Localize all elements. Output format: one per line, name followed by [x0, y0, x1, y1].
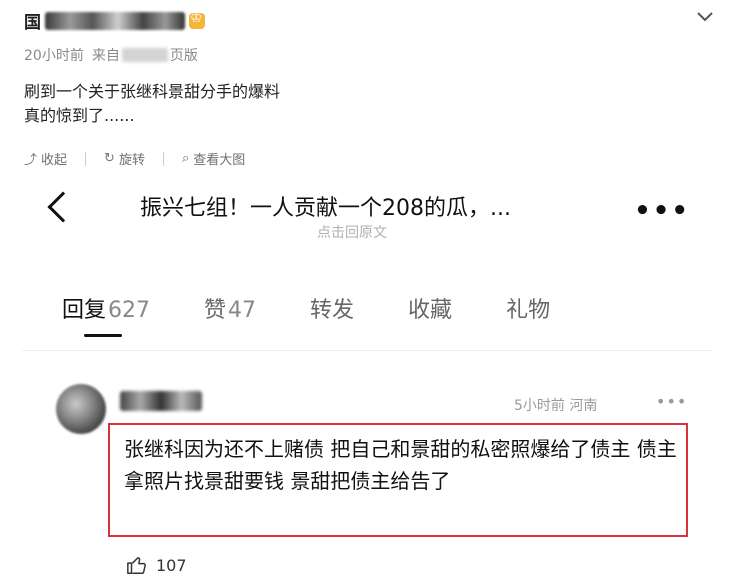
author-name[interactable]: 国: [24, 8, 714, 33]
magnify-icon: ⌕: [181, 151, 190, 166]
blurred-source: [121, 48, 168, 62]
blurred-author-name: [45, 11, 185, 30]
highlighted-comment: 张继科因为还不上赌债 把自己和景甜的私密照爆给了债主 债主拿照片找景甜要钱 景甜…: [108, 423, 688, 537]
tab-label: 回复: [62, 298, 107, 323]
thumbs-up-icon: [126, 554, 148, 576]
thread-tabs: 回复627 赞47 转发 收藏 礼物: [62, 292, 604, 337]
tab-likes[interactable]: 赞47: [204, 292, 256, 324]
post-header: 国: [24, 8, 714, 36]
rotate-label: 旋转: [118, 153, 145, 168]
back-to-original-link[interactable]: 点击回原文: [317, 222, 387, 242]
embedded-screenshot[interactable]: 振兴七组！一人贡献一个208的瓜，... 点击回原文 ••• 回复627 赞47…: [22, 178, 712, 585]
post-source-prefix: 来自: [91, 48, 120, 64]
post-text-line-2: 真的惊到了......: [24, 106, 135, 125]
collapse-label: 收起: [41, 153, 68, 168]
comment-time-location: 5小时前 河南: [514, 398, 598, 414]
active-tab-indicator: [84, 334, 122, 337]
avatar[interactable]: [56, 384, 106, 434]
rotate-icon: ↻: [104, 151, 115, 166]
tab-count: 47: [228, 298, 257, 323]
post-time: 20小时前: [24, 48, 84, 64]
tab-count: 627: [108, 298, 151, 323]
thread-title: 振兴七组！一人贡献一个208的瓜，...: [140, 196, 511, 221]
tab-favorites[interactable]: 收藏: [408, 292, 452, 324]
like-count: 107: [156, 555, 187, 575]
tab-label: 礼物: [506, 298, 551, 323]
post-source-suffix: 页版: [169, 48, 198, 64]
collapse-button[interactable]: ⤴ 收起: [24, 149, 67, 168]
tab-divider: [22, 350, 712, 351]
tab-replies[interactable]: 回复627: [62, 292, 151, 337]
post-text-line-1: 刷到一个关于张继科景甜分手的爆料: [24, 82, 281, 101]
collapse-icon: ⤴: [24, 153, 38, 168]
tool-divider: [85, 151, 87, 166]
comment-text: 张继科因为还不上赌债 把自己和景甜的私密照爆给了债主 债主拿照片找景甜要钱 景甜…: [124, 437, 677, 493]
tab-label: 赞: [204, 298, 227, 323]
rotate-button[interactable]: ↻ 旋转: [104, 149, 145, 168]
tab-label: 收藏: [408, 298, 453, 323]
vip-badge-icon: [189, 10, 205, 29]
chevron-down-icon[interactable]: [696, 8, 714, 27]
view-large-button[interactable]: ⌕ 查看大图: [182, 149, 245, 168]
more-dots-icon[interactable]: •••: [634, 196, 690, 226]
image-tools: ⤴ 收起 ↻ 旋转 ⌕ 查看大图: [24, 149, 245, 168]
view-large-label: 查看大图: [193, 153, 246, 168]
tool-divider: [162, 151, 164, 166]
tab-gifts[interactable]: 礼物: [506, 292, 550, 324]
tab-label: 转发: [310, 298, 355, 323]
blurred-commenter-name[interactable]: [120, 391, 202, 411]
comment-like-button[interactable]: 107: [126, 554, 187, 576]
comment-more-icon[interactable]: •••: [656, 392, 687, 411]
post-meta: 20小时前 来自 页版: [24, 45, 198, 65]
post-text: 刷到一个关于张继科景甜分手的爆料 真的惊到了......: [24, 80, 280, 128]
tab-reposts[interactable]: 转发: [310, 292, 354, 324]
back-arrow-icon[interactable]: [47, 191, 79, 223]
